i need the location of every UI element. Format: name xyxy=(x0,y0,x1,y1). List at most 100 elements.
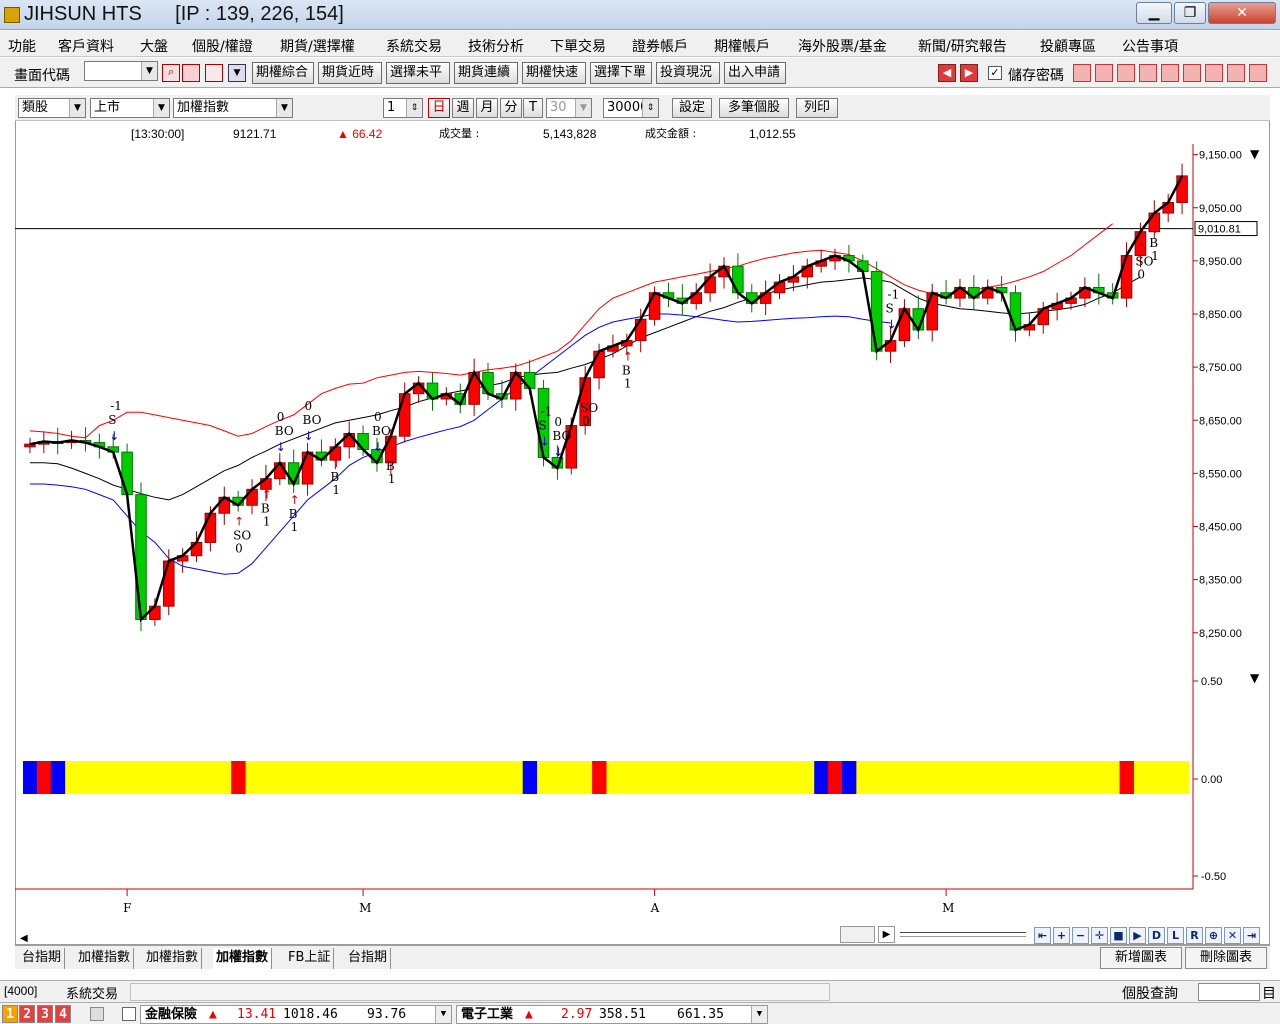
menu-item-9[interactable]: 期權帳戶 xyxy=(714,36,770,56)
chart-nav-button-7[interactable]: L xyxy=(1167,927,1184,944)
tool-icon-1[interactable] xyxy=(1095,64,1113,82)
chevron-down-icon[interactable]: ▼ xyxy=(153,99,169,117)
index-select[interactable]: 加權指數 ▼ xyxy=(173,98,293,118)
next-icon[interactable]: ▶ xyxy=(960,64,978,82)
period-month-button[interactable]: 月 xyxy=(476,98,498,118)
period-minute-button[interactable]: 分 xyxy=(500,98,522,118)
menu-item-11[interactable]: 新聞/研究報告 xyxy=(918,36,1007,56)
code-input[interactable]: ▼ xyxy=(84,61,158,81)
scroll-right-icon[interactable]: ▶ xyxy=(878,926,895,943)
layout-3-button[interactable]: 3 xyxy=(37,1005,53,1023)
chevron-down-icon[interactable]: ▼ xyxy=(435,1006,451,1023)
menu-item-1[interactable]: 客戶資料 xyxy=(58,36,114,56)
chevron-down-icon[interactable]: ▼ xyxy=(751,1006,767,1023)
save-password-checkbox[interactable]: ✓ xyxy=(988,66,1002,80)
chart-nav-button-4[interactable]: ■ xyxy=(1110,927,1127,944)
layout-1-button[interactable]: 1 xyxy=(2,1005,18,1023)
minutes-select[interactable]: 30 ▼ xyxy=(546,98,592,118)
menu-item-12[interactable]: 投顧專區 xyxy=(1040,36,1096,56)
tool-icon-0[interactable] xyxy=(1073,64,1091,82)
tab-0[interactable]: 台指期 xyxy=(19,948,66,969)
menu-item-0[interactable]: 功能 xyxy=(8,36,36,56)
dropdown-icon[interactable]: ▼ xyxy=(228,64,246,82)
chevron-down-icon[interactable]: ▼ xyxy=(141,62,157,80)
chart-nav-button-3[interactable]: ✛ xyxy=(1091,927,1108,944)
category-select[interactable]: 類股 ▼ xyxy=(18,98,86,118)
toolbar-button-7[interactable]: 出入申請 xyxy=(724,62,786,84)
period-count-stepper[interactable]: 1 ⇕ xyxy=(383,98,423,118)
maximize-button[interactable]: ❐ xyxy=(1174,2,1206,24)
stepper-icon[interactable]: ⇕ xyxy=(642,99,658,117)
candle-body xyxy=(204,512,217,543)
menu-item-6[interactable]: 技術分析 xyxy=(468,36,524,56)
menu-item-3[interactable]: 個股/權證 xyxy=(192,36,253,56)
tab-5[interactable]: 台指期 xyxy=(345,948,392,969)
menu-item-8[interactable]: 證券帳戶 xyxy=(632,36,688,56)
tool-icon-5[interactable] xyxy=(1183,64,1201,82)
chart-nav-button-5[interactable]: ▶ xyxy=(1129,927,1146,944)
chart-nav-button-8[interactable]: R xyxy=(1186,927,1203,944)
minimize-button[interactable]: ▁ xyxy=(1136,2,1172,24)
tab-2[interactable]: 加權指數 xyxy=(143,948,203,969)
toolbar-button-3[interactable]: 期貨連續 xyxy=(454,62,518,84)
bars-stepper[interactable]: 30000 ⇕ xyxy=(603,98,659,118)
menu-item-7[interactable]: 下單交易 xyxy=(550,36,606,56)
chevron-down-icon[interactable]: ▼ xyxy=(69,99,85,117)
folder-icon[interactable] xyxy=(182,64,200,82)
chart-nav-button-0[interactable]: ⇤ xyxy=(1034,927,1051,944)
chevron-down-icon[interactable]: ▼ xyxy=(575,99,591,117)
toolbar-button-5[interactable]: 選擇下單 xyxy=(590,62,652,84)
scroll-left-icon[interactable]: ◀ xyxy=(20,933,31,944)
delete-chart-button[interactable]: 刪除圖表 xyxy=(1185,947,1267,969)
menu-item-10[interactable]: 海外股票/基金 xyxy=(798,36,887,56)
chart-nav-button-11[interactable]: ⇥ xyxy=(1243,927,1260,944)
add-chart-button[interactable]: 新增圖表 xyxy=(1100,947,1182,969)
period-week-button[interactable]: 週 xyxy=(452,98,474,118)
menu-item-4[interactable]: 期貨/選擇權 xyxy=(280,36,355,56)
prev-icon[interactable]: ◀ xyxy=(938,64,956,82)
tab-4[interactable]: FB上証 xyxy=(285,948,335,969)
menu-item-13[interactable]: 公告事項 xyxy=(1122,36,1178,56)
multi-stock-button[interactable]: 多筆個股 xyxy=(719,98,789,118)
scroll-thumb[interactable] xyxy=(840,926,875,943)
chart-nav-button-10[interactable]: ✕ xyxy=(1224,927,1241,944)
tab-1[interactable]: 加權指數 xyxy=(75,948,135,969)
stock-query-input[interactable] xyxy=(1198,983,1260,1001)
stepper-icon[interactable]: ⇕ xyxy=(406,99,422,117)
tool-icon-7[interactable] xyxy=(1227,64,1245,82)
chart-icon[interactable] xyxy=(205,64,223,82)
price-chart[interactable]: 9,150.00 9,050.00 8,950.00 8,850.00 8,750.00… xyxy=(15,144,1270,924)
tool-icon-2[interactable] xyxy=(1117,64,1135,82)
settings-button[interactable]: 設定 xyxy=(672,98,712,118)
menu-item-5[interactable]: 系統交易 xyxy=(386,36,442,56)
menu-item-2[interactable]: 大盤 xyxy=(140,36,168,56)
lock-icon[interactable] xyxy=(90,1007,104,1021)
zoom-slider[interactable] xyxy=(900,932,1026,937)
layout-4-button[interactable]: 4 xyxy=(55,1005,71,1023)
close-button[interactable]: ✕ xyxy=(1208,2,1276,24)
toolbar-button-2[interactable]: 選擇未平 xyxy=(386,62,450,84)
ticker-finance[interactable]: 金融保險 ▲ 13.41 1018.46 93.76 ▼ xyxy=(140,1005,452,1024)
tool-icon-8[interactable] xyxy=(1249,64,1267,82)
market-select[interactable]: 上市 ▼ xyxy=(90,98,170,118)
tool-icon-6[interactable] xyxy=(1205,64,1223,82)
chart-nav-button-9[interactable]: ⊕ xyxy=(1205,927,1222,944)
chevron-down-icon[interactable]: ▼ xyxy=(276,99,292,117)
layout-2-button[interactable]: 2 xyxy=(19,1005,35,1023)
tick-button[interactable]: T xyxy=(523,98,543,118)
toolbar-button-6[interactable]: 投資現況 xyxy=(656,62,720,84)
ticker-checkbox[interactable] xyxy=(122,1007,136,1021)
chart-nav-button-6[interactable]: D xyxy=(1148,927,1165,944)
tool-icon-3[interactable] xyxy=(1139,64,1157,82)
chart-nav-button-1[interactable]: + xyxy=(1053,927,1070,944)
toolbar-button-0[interactable]: 期權綜合 xyxy=(252,62,314,84)
search-icon[interactable]: ⌕ xyxy=(162,64,180,82)
toolbar-button-4[interactable]: 期權快速 xyxy=(522,62,586,84)
ticker-electronics[interactable]: 電子工業 ▲ 2.97 358.51 661.35 ▼ xyxy=(456,1005,768,1024)
period-day-button[interactable]: 日 xyxy=(428,98,450,118)
toolbar-button-1[interactable]: 期貨近時 xyxy=(318,62,382,84)
chart-nav-button-2[interactable]: − xyxy=(1072,927,1089,944)
tool-icon-4[interactable] xyxy=(1161,64,1179,82)
print-button[interactable]: 列印 xyxy=(796,98,838,118)
tab-3[interactable]: 加權指數 xyxy=(213,948,273,969)
